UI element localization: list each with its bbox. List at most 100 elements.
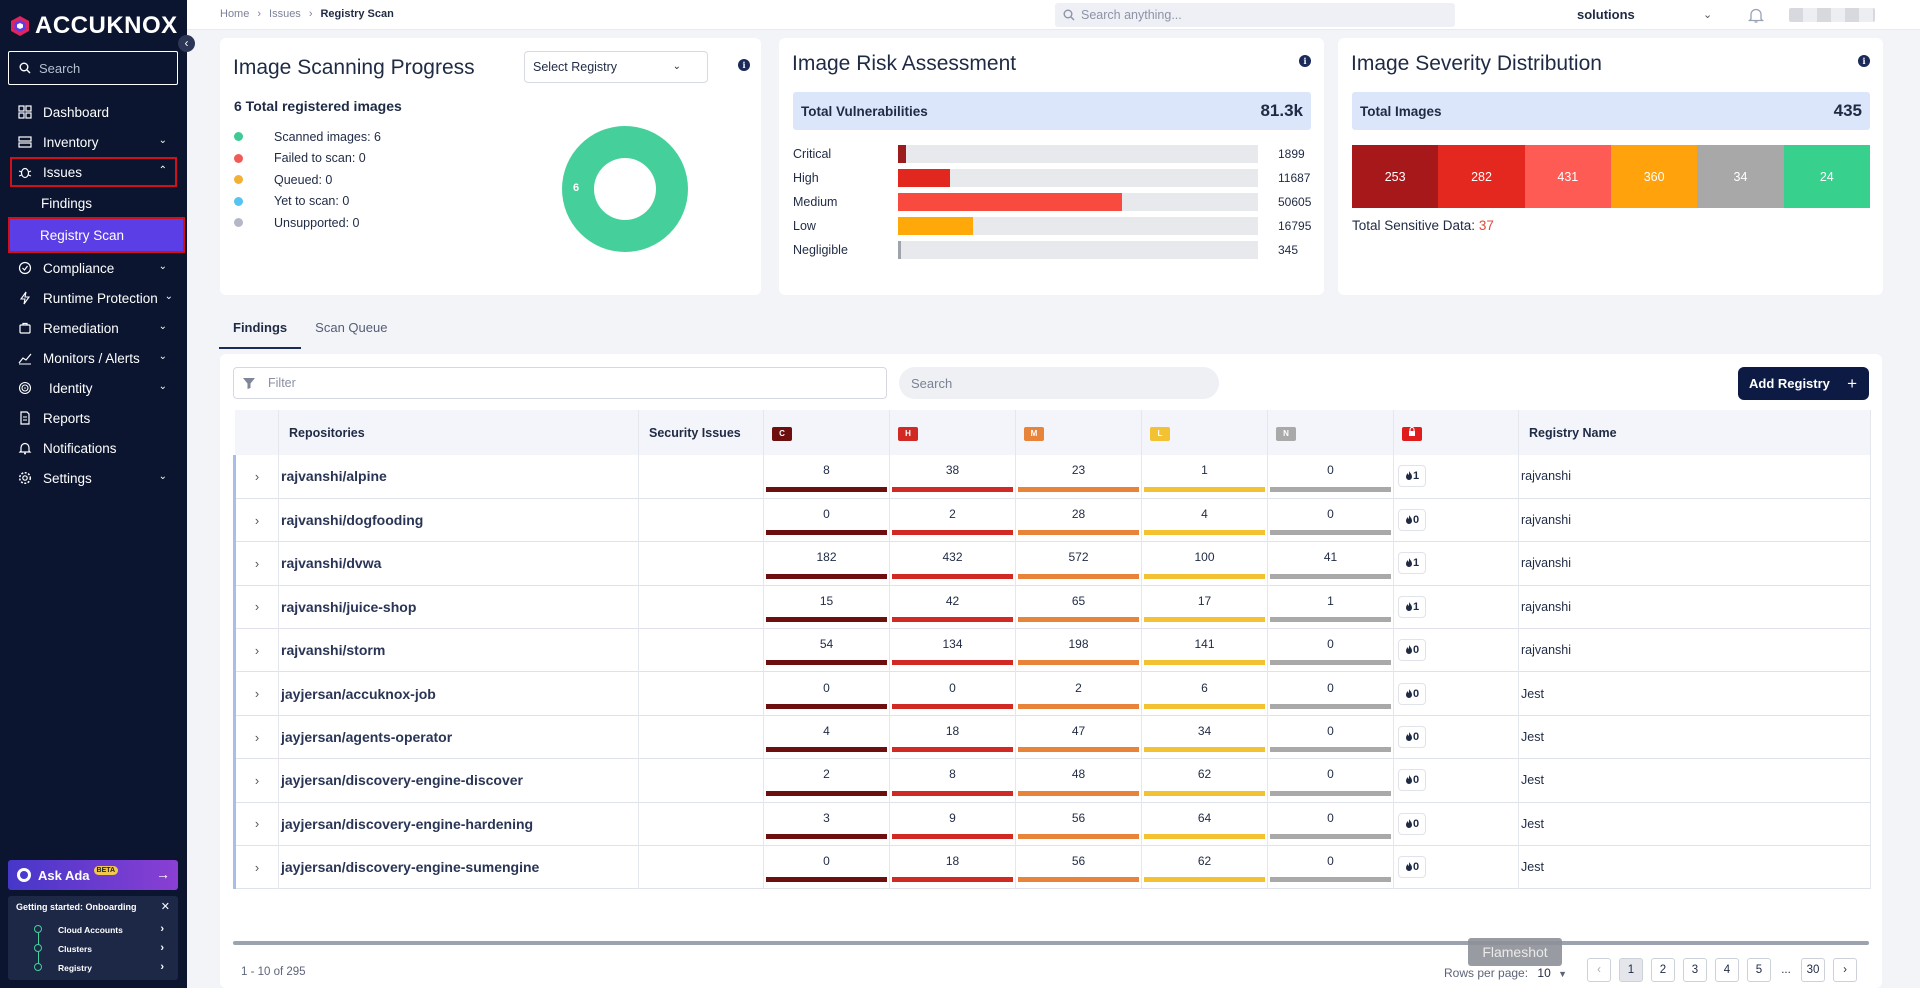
secrets-cell[interactable]: 0 [1393, 715, 1519, 759]
critical-column-header[interactable]: C [763, 410, 890, 455]
severity-cell-low[interactable]: 360 [1610, 145, 1698, 208]
secrets-badge[interactable]: 0 [1398, 812, 1426, 835]
sidebar-search-input[interactable]: Search [8, 51, 178, 85]
secrets-cell[interactable]: 1 [1393, 455, 1519, 499]
page-button[interactable]: 4 [1715, 958, 1739, 982]
page-button[interactable]: 1 [1619, 958, 1643, 982]
select-registry-dropdown[interactable]: Select Registry ⌄ [524, 51, 708, 83]
user-menu[interactable] [1789, 8, 1875, 22]
secrets-badge[interactable]: 0 [1398, 509, 1426, 532]
brand-logo[interactable]: ACCUKNOX [9, 12, 178, 40]
table-row[interactable]: › jayjersan/discovery-engine-discover 2 8 48… [233, 758, 1871, 803]
secrets-cell[interactable]: 0 [1393, 758, 1519, 803]
severity-count-cell[interactable]: 62 [1141, 845, 1268, 889]
severity-count-cell[interactable]: 18 [889, 845, 1016, 889]
filter-input[interactable]: Filter [233, 367, 887, 399]
severity-count-cell[interactable]: 2 [889, 498, 1016, 542]
severity-count-cell[interactable]: 0 [1267, 671, 1394, 716]
expand-row-icon[interactable]: › [233, 628, 279, 672]
sidebar-subitem-registry-scan[interactable]: Registry Scan [8, 217, 185, 253]
secrets-badge[interactable]: 0 [1398, 639, 1426, 662]
repository-name[interactable]: rajvanshi/juice-shop [278, 585, 639, 629]
table-row[interactable]: › jayjersan/accuknox-job 0 0 2 6 0 0 Jest [233, 671, 1871, 716]
severity-count-cell[interactable]: 56 [1015, 802, 1142, 846]
secrets-cell[interactable]: 1 [1393, 585, 1519, 629]
registry-name-column-header[interactable]: Registry Name [1518, 410, 1871, 455]
info-icon[interactable]: i [1858, 55, 1870, 67]
repository-name[interactable]: jayjersan/discovery-engine-sumengine [278, 845, 639, 889]
repository-name[interactable]: rajvanshi/dvwa [278, 541, 639, 586]
sidebar-item-notifications[interactable]: Notifications [0, 433, 187, 463]
secrets-badge[interactable]: 1 [1398, 552, 1426, 575]
secrets-badge[interactable]: 0 [1398, 682, 1426, 705]
rows-per-page-value[interactable]: 10 [1537, 966, 1550, 980]
tab-findings[interactable]: Findings [219, 310, 302, 349]
close-icon[interactable]: ✕ [161, 900, 170, 913]
info-icon[interactable]: i [738, 59, 750, 71]
severity-count-cell[interactable]: 100 [1141, 541, 1268, 586]
secrets-badge[interactable]: 0 [1398, 726, 1426, 749]
expand-row-icon[interactable]: › [233, 585, 279, 629]
severity-count-cell[interactable]: 1 [1267, 585, 1394, 629]
severity-count-cell[interactable]: 0 [763, 671, 890, 716]
severity-cell-high[interactable]: 282 [1438, 145, 1525, 208]
severity-count-cell[interactable]: 432 [889, 541, 1016, 586]
severity-cell-negligible[interactable]: 34 [1697, 145, 1784, 208]
next-page-button[interactable]: › [1833, 958, 1857, 982]
severity-count-cell[interactable]: 47 [1015, 715, 1142, 759]
high-column-header[interactable]: H [889, 410, 1016, 455]
onboarding-step-clusters[interactable]: Clusters › [22, 939, 166, 964]
severity-count-cell[interactable]: 64 [1141, 802, 1268, 846]
severity-count-cell[interactable]: 56 [1015, 845, 1142, 889]
repository-name[interactable]: rajvanshi/dogfooding [278, 498, 639, 542]
severity-count-cell[interactable]: 28 [1015, 498, 1142, 542]
severity-count-cell[interactable]: 18 [889, 715, 1016, 759]
severity-count-cell[interactable]: 0 [1267, 845, 1394, 889]
page-button[interactable]: 30 [1801, 958, 1825, 982]
severity-count-cell[interactable]: 34 [1141, 715, 1268, 759]
add-registry-button[interactable]: Add Registry + [1738, 367, 1869, 400]
horizontal-scrollbar[interactable] [233, 941, 1869, 945]
expand-row-icon[interactable]: › [233, 715, 279, 759]
sidebar-item-settings[interactable]: Settings ⌄ [0, 463, 187, 493]
secrets-cell[interactable]: 1 [1393, 541, 1519, 586]
severity-cell-unknown[interactable]: 24 [1783, 145, 1870, 208]
severity-count-cell[interactable]: 134 [889, 628, 1016, 672]
secrets-cell[interactable]: 0 [1393, 802, 1519, 846]
severity-count-cell[interactable]: 15 [763, 585, 890, 629]
secrets-badge[interactable]: 0 [1398, 856, 1426, 879]
risk-fill-bar[interactable] [898, 241, 901, 259]
table-row[interactable]: › rajvanshi/dogfooding 0 2 28 4 0 0 rajvanshi [233, 498, 1871, 542]
secrets-cell[interactable]: 0 [1393, 628, 1519, 672]
onboarding-step-registry[interactable]: Registry › [22, 958, 166, 977]
breadcrumb-home[interactable]: Home [220, 8, 249, 20]
severity-count-cell[interactable]: 6 [1141, 671, 1268, 716]
repository-name[interactable]: jayjersan/discovery-engine-discover [278, 758, 639, 803]
tab-scan-queue[interactable]: Scan Queue [301, 310, 401, 349]
severity-count-cell[interactable]: 3 [763, 802, 890, 846]
sidebar-item-compliance[interactable]: Compliance ⌄ [0, 253, 187, 283]
severity-count-cell[interactable]: 38 [889, 455, 1016, 499]
severity-count-cell[interactable]: 62 [1141, 758, 1268, 803]
expand-row-icon[interactable]: › [233, 845, 279, 889]
table-row[interactable]: › jayjersan/discovery-engine-hardening 3 9 5… [233, 802, 1871, 846]
secrets-badge[interactable]: 1 [1398, 465, 1426, 488]
severity-count-cell[interactable]: 572 [1015, 541, 1142, 586]
severity-count-cell[interactable]: 182 [763, 541, 890, 586]
expand-row-icon[interactable]: › [233, 802, 279, 846]
table-search-input[interactable]: Search [899, 367, 1219, 399]
severity-count-cell[interactable]: 8 [889, 758, 1016, 803]
chevron-down-icon[interactable]: ⌄ [1703, 8, 1712, 21]
sidebar-item-remediation[interactable]: Remediation ⌄ [0, 313, 187, 343]
severity-count-cell[interactable]: 4 [1141, 498, 1268, 542]
bell-icon[interactable] [1747, 6, 1765, 24]
repository-name[interactable]: rajvanshi/alpine [278, 455, 639, 499]
expand-row-icon[interactable]: › [233, 758, 279, 803]
sidebar-item-identity[interactable]: Identity ⌄ [0, 373, 187, 403]
breadcrumb-issues[interactable]: Issues [269, 8, 301, 20]
low-column-header[interactable]: L [1141, 410, 1268, 455]
repositories-column-header[interactable]: Repositories [278, 410, 639, 455]
info-icon[interactable]: i [1299, 55, 1311, 67]
severity-count-cell[interactable]: 0 [1267, 628, 1394, 672]
expand-row-icon[interactable]: › [233, 671, 279, 716]
